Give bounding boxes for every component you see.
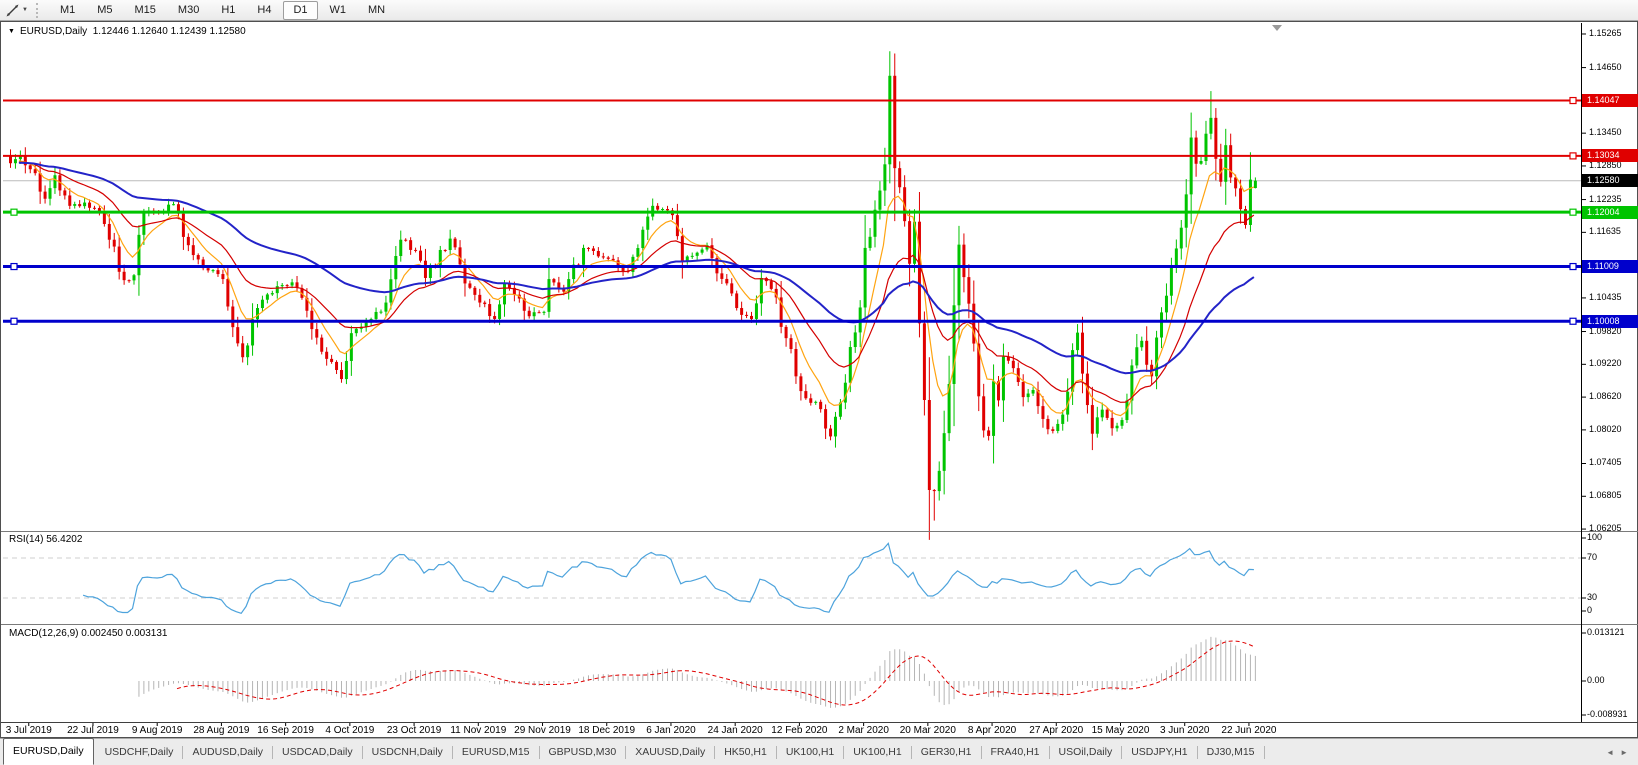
rsi-scale-label: 30 xyxy=(1587,592,1598,602)
tab-ger30-h1[interactable]: GER30,H1 xyxy=(912,739,981,765)
timeframe-button-m15[interactable]: M15 xyxy=(125,1,166,20)
timeframe-toolbar: M1 M5 M15 M30 H1 H4 D1 W1 MN xyxy=(49,0,396,20)
macd-name: MACD(12,26,9) xyxy=(9,628,79,639)
timeframe-button-m1[interactable]: M1 xyxy=(50,1,85,20)
timeframe-button-h1[interactable]: H1 xyxy=(211,1,245,20)
line-handle[interactable] xyxy=(1569,317,1577,325)
tab-usdcad-daily[interactable]: USDCAD,Daily xyxy=(273,739,362,765)
price-line-badge: 1.12004 xyxy=(1582,205,1638,219)
price-tick-label: 1.08020 xyxy=(1589,423,1622,434)
chevron-down-icon[interactable]: ▼ xyxy=(22,7,28,13)
timeframe-button-mn[interactable]: MN xyxy=(358,1,395,20)
price-tick-label: 1.08620 xyxy=(1589,391,1622,402)
macd-indicator-label: MACD(12,26,9) 0.002450 0.003131 xyxy=(9,628,167,639)
tab-gbpusd-m30[interactable]: GBPUSD,M30 xyxy=(540,739,626,765)
tab-usoil-daily[interactable]: USOil,Daily xyxy=(1050,739,1122,765)
ma-mid-line xyxy=(18,161,1255,403)
tab-scroll-right-icon[interactable]: ► xyxy=(1620,748,1628,757)
tab-audusd-daily[interactable]: AUDUSD,Daily xyxy=(183,739,272,765)
collapse-icon[interactable]: ▼ xyxy=(8,28,15,35)
macd-current-values: 0.002450 0.003131 xyxy=(81,628,168,639)
price-tick-label: 1.13450 xyxy=(1589,127,1622,138)
macd-scale-label: 0.00 xyxy=(1587,675,1605,685)
tab-uk100-h1[interactable]: UK100,H1 xyxy=(777,739,843,765)
price-tick-label: 1.07405 xyxy=(1589,457,1622,468)
macd-scale-label: 0.013121 xyxy=(1587,627,1625,637)
macd-histogram xyxy=(138,636,1256,708)
price-tick-label: 1.14650 xyxy=(1589,61,1622,72)
chart-tab-bar: EURUSD,Daily USDCHF,Daily AUDUSD,Daily USDC… xyxy=(0,737,1638,765)
line-handle[interactable] xyxy=(10,262,18,271)
tab-separator xyxy=(1263,745,1265,759)
line-handle[interactable] xyxy=(1569,262,1577,271)
macd-signal-line xyxy=(176,640,1255,706)
line-handle[interactable] xyxy=(1569,152,1577,160)
price-line-badge: 1.14047 xyxy=(1582,94,1638,108)
price-tick-label: 1.11635 xyxy=(1589,226,1621,237)
top-toolbar: ▼ M1 M5 M15 M30 H1 H4 D1 W1 MN xyxy=(0,0,1638,21)
line-cursor-tool-icon[interactable] xyxy=(3,2,21,18)
timeframe-button-w1[interactable]: W1 xyxy=(320,1,357,20)
toolbar-grip xyxy=(35,2,42,18)
tab-usdjpy-h1[interactable]: USDJPY,H1 xyxy=(1122,739,1196,765)
chart-symbol: EURUSD,Daily xyxy=(19,26,88,37)
chart-ohlc-values: 1.12446 1.12640 1.12439 1.12580 xyxy=(92,26,246,37)
price-tick-label: 1.06805 xyxy=(1589,490,1622,501)
chart-plot xyxy=(1,23,1638,726)
timeframe-button-d1[interactable]: D1 xyxy=(283,0,318,20)
tab-scroll-left-icon[interactable]: ◄ xyxy=(1606,748,1614,757)
ma-fast-line xyxy=(18,160,1255,417)
current-price-badge: 1.12580 xyxy=(1582,174,1638,188)
rsi-scale-label: 70 xyxy=(1587,552,1598,562)
rsi-scale-label: 0 xyxy=(1587,605,1593,615)
date-tick-label: 22 Jun 2020 xyxy=(1221,725,1277,736)
macd-scale-label: -0.008931 xyxy=(1587,709,1628,719)
price-line-badge: 1.11009 xyxy=(1582,260,1638,274)
chart-window: ▼ EURUSD,Daily 1.12446 1.12640 1.12439 1.… xyxy=(0,21,1638,738)
rsi-line xyxy=(82,542,1254,615)
line-handle[interactable] xyxy=(10,317,18,325)
line-handle[interactable] xyxy=(1569,208,1577,216)
price-tick-label: 1.09220 xyxy=(1589,358,1622,369)
tab-hk50-h1[interactable]: HK50,H1 xyxy=(715,739,776,765)
line-handle[interactable] xyxy=(1569,96,1577,105)
tab-fra40-h1[interactable]: FRA40,H1 xyxy=(982,739,1049,765)
tab-usdcnh-daily[interactable]: USDCNH,Daily xyxy=(363,739,452,765)
timeframe-button-h4[interactable]: H4 xyxy=(247,1,281,20)
chart-title: ▼ EURUSD,Daily 1.12446 1.12640 1.12439 1.… xyxy=(8,26,246,37)
price-tick-label: 1.10435 xyxy=(1589,291,1622,302)
price-tick-label: 1.12235 xyxy=(1589,193,1622,204)
price-line-badge: 1.10008 xyxy=(1582,314,1638,328)
tab-eurusd-m15[interactable]: EURUSD,M15 xyxy=(453,739,539,765)
line-handle[interactable] xyxy=(10,208,18,216)
timeframe-button-m30[interactable]: M30 xyxy=(168,1,209,20)
price-tick-label: 1.15265 xyxy=(1589,27,1622,38)
tab-usdchf-daily[interactable]: USDCHF,Daily xyxy=(96,739,183,765)
rsi-scale-label: 100 xyxy=(1587,532,1603,542)
timeframe-button-m5[interactable]: M5 xyxy=(87,1,122,20)
candlestick-series xyxy=(9,51,1257,540)
price-line-badge: 1.13034 xyxy=(1582,149,1638,163)
tab-scroll-nav: ◄ ► xyxy=(1600,748,1638,757)
tab-uk100-h1[interactable]: UK100,H1 xyxy=(844,739,910,765)
tab-eurusd-daily[interactable]: EURUSD,Daily xyxy=(3,737,94,765)
chart-shift-marker[interactable] xyxy=(1272,25,1282,31)
rsi-indicator-label: RSI(14) 56.4202 xyxy=(9,534,82,545)
rsi-name: RSI(14) xyxy=(9,534,44,545)
ma-slow-line xyxy=(18,161,1255,375)
tab-xauusd-daily[interactable]: XAUUSD,Daily xyxy=(626,739,714,765)
tab-dj30-m15[interactable]: DJ30,M15 xyxy=(1198,739,1264,765)
rsi-current-value: 56.4202 xyxy=(46,534,83,545)
